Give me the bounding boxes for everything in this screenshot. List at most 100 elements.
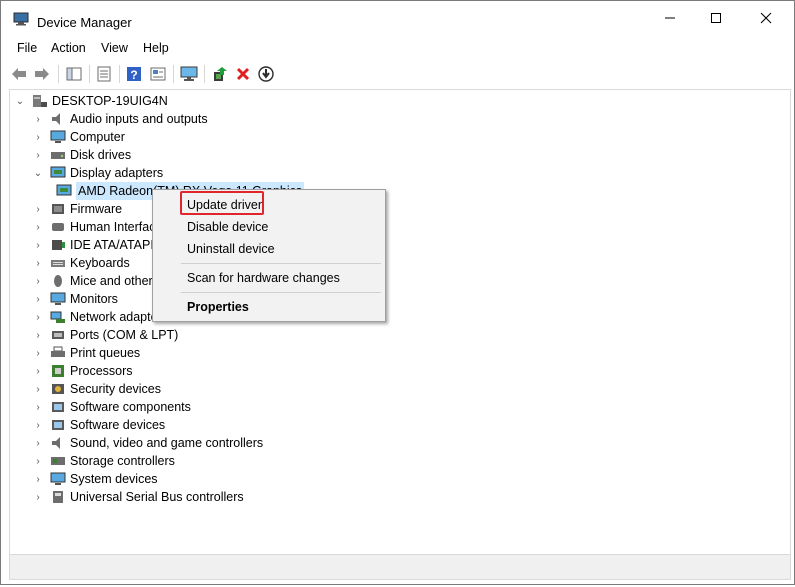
- menu-action[interactable]: Action: [51, 41, 86, 55]
- chevron-right-icon[interactable]: ›: [32, 146, 44, 164]
- chevron-down-icon[interactable]: ⌄: [32, 164, 44, 182]
- menu-uninstall-device[interactable]: Uninstall device: [153, 238, 385, 260]
- tree-item-label: Software components: [70, 400, 191, 414]
- chevron-right-icon[interactable]: ›: [32, 470, 44, 488]
- chevron-right-icon[interactable]: ›: [32, 236, 44, 254]
- maximize-icon: [711, 13, 721, 23]
- toolbar-separator: [89, 65, 90, 83]
- tree-item-usb[interactable]: › Universal Serial Bus controllers: [32, 488, 244, 506]
- tree-item-sound[interactable]: › Sound, video and game controllers: [32, 434, 263, 452]
- menu-view[interactable]: View: [101, 41, 128, 55]
- uninstall-device-button[interactable]: [233, 64, 253, 84]
- chevron-right-icon[interactable]: ›: [32, 380, 44, 398]
- system-device-icon: [50, 472, 66, 485]
- security-device-icon: [52, 384, 64, 394]
- monitor-icon: [180, 66, 198, 81]
- menu-file[interactable]: File: [17, 41, 37, 55]
- menu-help[interactable]: Help: [143, 41, 169, 55]
- chevron-right-icon[interactable]: ›: [32, 200, 44, 218]
- tree-root-label: DESKTOP-19UIG4N: [52, 94, 168, 108]
- enable-device-button[interactable]: [256, 64, 276, 84]
- tree-item-computer[interactable]: › Computer: [32, 128, 125, 146]
- speaker-icon: [52, 437, 60, 449]
- tree-item-display-adapters[interactable]: ⌄ Display adapters: [32, 164, 163, 182]
- chevron-right-icon[interactable]: ›: [32, 434, 44, 452]
- menu-item-label: Disable device: [187, 220, 269, 234]
- tree-item-firmware[interactable]: › Firmware: [32, 200, 122, 218]
- show-hide-tree-icon: [66, 67, 82, 81]
- tree-item-audio[interactable]: › Audio inputs and outputs: [32, 110, 207, 128]
- minimize-button[interactable]: [647, 1, 693, 35]
- tree-item-label: Security devices: [70, 382, 162, 396]
- tree-item-system-devices[interactable]: › System devices: [32, 470, 157, 488]
- chevron-right-icon[interactable]: ›: [32, 128, 44, 146]
- back-button[interactable]: [9, 64, 29, 84]
- chevron-right-icon[interactable]: ›: [32, 218, 44, 236]
- chevron-right-icon[interactable]: ›: [32, 398, 44, 416]
- chevron-right-icon[interactable]: ›: [32, 308, 44, 326]
- tree-root[interactable]: ⌄ DESKTOP-19UIG4N: [14, 92, 168, 110]
- device-tree[interactable]: ⌄ DESKTOP-19UIG4N › Audio inputs and out…: [9, 89, 791, 555]
- tree-item-label: Storage controllers: [70, 454, 175, 468]
- disk-drive-icon: [51, 152, 65, 159]
- tree-item-monitors[interactable]: › Monitors: [32, 290, 118, 308]
- tree-item-print-queues[interactable]: › Print queues: [32, 344, 140, 362]
- show-hide-tree-button[interactable]: [64, 64, 84, 84]
- port-icon: [52, 331, 64, 339]
- tree-item-network[interactable]: › Network adapte: [32, 308, 157, 326]
- tree-item-label: Universal Serial Bus controllers: [70, 490, 244, 504]
- maximize-button[interactable]: [693, 1, 739, 35]
- close-icon: [760, 12, 772, 24]
- chevron-right-icon[interactable]: ›: [32, 452, 44, 470]
- tree-item-disk-drives[interactable]: › Disk drives: [32, 146, 131, 164]
- tree-item-ide-ata[interactable]: › IDE ATA/ATAPI c: [32, 236, 164, 254]
- firmware-icon: [52, 204, 64, 214]
- update-driver-highlight-box: [180, 191, 264, 215]
- toolbar-separator: [204, 65, 205, 83]
- chevron-down-icon[interactable]: ⌄: [14, 92, 26, 110]
- close-button[interactable]: [743, 1, 789, 35]
- monitor-icon: [50, 292, 66, 305]
- chevron-right-icon[interactable]: ›: [32, 290, 44, 308]
- chevron-right-icon[interactable]: ›: [32, 326, 44, 344]
- tree-item-label: Monitors: [70, 292, 118, 306]
- help-button[interactable]: ?: [124, 64, 144, 84]
- menu-item-label: Properties: [187, 300, 249, 314]
- tree-item-storage[interactable]: › Storage controllers: [32, 452, 175, 470]
- chevron-right-icon[interactable]: ›: [32, 254, 44, 272]
- tree-item-keyboards[interactable]: › Keyboards: [32, 254, 129, 272]
- title-bar: Device Manager: [1, 1, 794, 35]
- forward-button[interactable]: [32, 64, 52, 84]
- menu-scan-hardware[interactable]: Scan for hardware changes: [153, 267, 385, 289]
- window-title: Device Manager: [37, 15, 132, 30]
- tree-item-label: Ports (COM & LPT): [70, 328, 179, 342]
- hid-icon: [52, 223, 64, 231]
- chevron-right-icon[interactable]: ›: [32, 416, 44, 434]
- tree-item-processors[interactable]: › Processors: [32, 362, 132, 380]
- chevron-right-icon[interactable]: ›: [32, 110, 44, 128]
- minimize-icon: [665, 17, 675, 19]
- tree-item-software-devices[interactable]: › Software devices: [32, 416, 165, 434]
- details-view-button[interactable]: [148, 64, 168, 84]
- tree-item-label: Human Interfac: [70, 220, 156, 234]
- menu-bar: File Action View Help: [1, 38, 794, 58]
- tree-item-label: Print queues: [70, 346, 141, 360]
- tree-item-security[interactable]: › Security devices: [32, 380, 161, 398]
- menu-separator: [181, 263, 381, 264]
- chevron-right-icon[interactable]: ›: [32, 344, 44, 362]
- printer-icon: [51, 346, 65, 357]
- chevron-right-icon[interactable]: ›: [32, 362, 44, 380]
- tree-item-human-interface[interactable]: › Human Interfac: [32, 218, 155, 236]
- scan-hardware-button[interactable]: [179, 64, 199, 84]
- tree-item-label: Software devices: [70, 418, 166, 432]
- tree-item-label: IDE ATA/ATAPI c: [70, 238, 164, 252]
- tree-item-mice[interactable]: › Mice and other: [32, 272, 152, 290]
- tree-item-ports[interactable]: › Ports (COM & LPT): [32, 326, 178, 344]
- chevron-right-icon[interactable]: ›: [32, 272, 44, 290]
- chevron-right-icon[interactable]: ›: [32, 488, 44, 506]
- menu-disable-device[interactable]: Disable device: [153, 216, 385, 238]
- properties-button[interactable]: [94, 64, 114, 84]
- tree-item-software-components[interactable]: › Software components: [32, 398, 191, 416]
- update-driver-button[interactable]: [210, 64, 230, 84]
- menu-properties[interactable]: Properties: [153, 296, 385, 318]
